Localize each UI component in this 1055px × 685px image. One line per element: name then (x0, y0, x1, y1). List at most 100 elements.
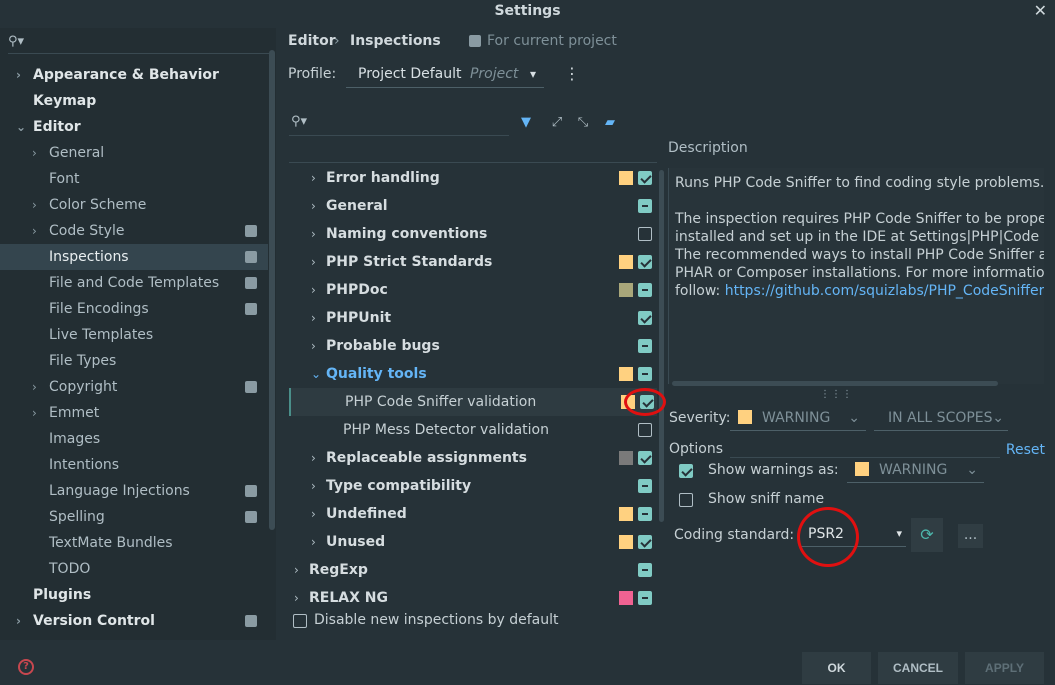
chevron-right-icon[interactable]: › (311, 332, 316, 360)
chevron-right-icon[interactable]: › (311, 304, 316, 332)
sidebar-item[interactable]: TODO (0, 556, 268, 582)
sidebar-item[interactable]: Spelling (0, 504, 268, 530)
chevron-right-icon[interactable]: › (294, 556, 299, 584)
chevron-right-icon[interactable]: › (16, 62, 21, 88)
inspection-search-input[interactable]: ⚲▾ (289, 112, 509, 136)
sidebar-item[interactable]: Font (0, 166, 268, 192)
scope-dropdown[interactable]: IN ALL SCOPES ⌄ (874, 407, 1008, 431)
chevron-right-icon[interactable]: › (311, 276, 316, 304)
breadcrumb-editor[interactable]: Editor (288, 32, 336, 50)
sidebar-item[interactable]: › General (0, 140, 268, 166)
chevron-right-icon[interactable]: › (311, 248, 316, 276)
sidebar-item[interactable]: Inspections (0, 244, 268, 270)
inspection-checkbox[interactable] (638, 479, 652, 493)
chevron-down-icon[interactable]: ⌄ (16, 114, 26, 140)
sidebar-item[interactable]: TextMate Bundles (0, 530, 268, 556)
chevron-right-icon[interactable]: › (311, 472, 316, 500)
inspection-row[interactable]: › PHP Strict Standards (289, 248, 657, 276)
show-warnings-checkbox[interactable] (679, 464, 693, 478)
chevron-right-icon[interactable]: › (32, 374, 37, 400)
sidebar-item[interactable]: › Emmet (0, 400, 268, 426)
profile-menu-icon[interactable]: ⋮ (564, 64, 580, 83)
inspection-row[interactable]: PHP Mess Detector validation (289, 416, 657, 444)
inspection-checkbox[interactable] (638, 199, 652, 213)
show-sniff-checkbox[interactable] (679, 493, 693, 507)
sidebar-item[interactable]: › Appearance & Behavior (0, 62, 268, 88)
splitter-handle[interactable]: ⋮⋮⋮ (820, 389, 853, 400)
chevron-right-icon[interactable]: › (311, 192, 316, 220)
inspection-row[interactable]: PHP Code Sniffer validation (289, 388, 657, 416)
disable-new-checkbox[interactable] (293, 614, 307, 628)
chevron-right-icon[interactable]: › (311, 528, 316, 556)
inspection-checkbox[interactable] (638, 423, 652, 437)
inspection-row[interactable]: › Unused (289, 528, 657, 556)
reset-eraser-icon[interactable]: ▰ (601, 114, 619, 132)
chevron-right-icon[interactable]: › (311, 500, 316, 528)
inspection-row[interactable]: › RELAX NG (289, 584, 657, 612)
inspection-checkbox[interactable] (638, 227, 652, 241)
chevron-right-icon[interactable]: › (32, 218, 37, 244)
sidebar-item[interactable]: › Color Scheme (0, 192, 268, 218)
chevron-right-icon[interactable]: › (32, 192, 37, 218)
inspection-row[interactable]: › Type compatibility (289, 472, 657, 500)
chevron-right-icon[interactable]: › (311, 164, 316, 192)
inspection-row[interactable]: › Replaceable assignments (289, 444, 657, 472)
inspection-row[interactable]: › Naming conventions (289, 220, 657, 248)
chevron-right-icon[interactable]: › (16, 608, 21, 634)
sidebar-item[interactable]: Intentions (0, 452, 268, 478)
inspection-checkbox[interactable] (638, 507, 652, 521)
reset-link[interactable]: Reset (1006, 442, 1045, 458)
refresh-icon[interactable]: ⟳ (911, 518, 943, 552)
inspection-row[interactable]: › General (289, 192, 657, 220)
sidebar-item[interactable]: Live Templates (0, 322, 268, 348)
chevron-right-icon[interactable]: › (32, 140, 37, 166)
browse-button[interactable]: ... (958, 524, 983, 548)
inspection-checkbox[interactable] (638, 591, 652, 605)
profile-dropdown[interactable]: Project Default Project ▾ (346, 62, 544, 88)
sidebar-scrollbar[interactable] (269, 50, 275, 530)
sidebar-item[interactable]: Language Injections (0, 478, 268, 504)
sidebar-item[interactable]: ⌄ Editor (0, 114, 268, 140)
inspection-row[interactable]: › PHPUnit (289, 304, 657, 332)
chevron-right-icon[interactable]: › (311, 444, 316, 472)
sidebar-item[interactable]: Keymap (0, 88, 268, 114)
codesniffer-link[interactable]: https://github.com/squizlabs/PHP_CodeSni… (725, 283, 1044, 299)
collapse-all-icon[interactable]: ⤡ (574, 114, 592, 132)
inspection-row[interactable]: › Probable bugs (289, 332, 657, 360)
inspection-checkbox[interactable] (640, 395, 654, 409)
tree-scrollbar[interactable] (659, 170, 664, 522)
inspection-checkbox[interactable] (638, 563, 652, 577)
show-warnings-dropdown[interactable]: WARNING ⌄ (847, 459, 984, 483)
chevron-right-icon[interactable]: › (32, 400, 37, 426)
description-scrollbar[interactable] (672, 381, 998, 386)
sidebar-item[interactable]: Plugins (0, 582, 268, 608)
chevron-right-icon[interactable]: › (294, 584, 299, 612)
inspection-checkbox[interactable] (638, 171, 652, 185)
close-icon[interactable]: ✕ (1034, 1, 1047, 20)
sidebar-item[interactable]: › Copyright (0, 374, 268, 400)
sidebar-search-input[interactable]: ⚲▾ (8, 34, 270, 54)
inspection-row[interactable]: › Error handling (289, 164, 657, 192)
sidebar-item[interactable]: › Version Control (0, 608, 268, 634)
inspection-checkbox[interactable] (638, 311, 652, 325)
chevron-right-icon[interactable]: › (311, 220, 316, 248)
inspection-row[interactable]: ⌄ Quality tools (289, 360, 657, 388)
ok-button[interactable]: OK (802, 652, 871, 684)
chevron-down-icon[interactable]: ⌄ (311, 360, 321, 388)
sidebar-item[interactable]: › Code Style (0, 218, 268, 244)
inspection-checkbox[interactable] (638, 451, 652, 465)
inspection-checkbox[interactable] (638, 255, 652, 269)
severity-dropdown[interactable]: WARNING ⌄ (730, 407, 866, 431)
coding-standard-dropdown[interactable]: PSR2 ▾ (800, 523, 906, 547)
sidebar-item[interactable]: File Types (0, 348, 268, 374)
cancel-button[interactable]: CANCEL (878, 652, 958, 684)
sidebar-item[interactable]: File Encodings (0, 296, 268, 322)
apply-button[interactable]: APPLY (965, 652, 1044, 684)
inspection-row[interactable]: › Undefined (289, 500, 657, 528)
inspection-checkbox[interactable] (638, 535, 652, 549)
expand-all-icon[interactable]: ⤢ (548, 114, 566, 132)
inspection-checkbox[interactable] (638, 339, 652, 353)
inspection-checkbox[interactable] (638, 367, 652, 381)
inspection-checkbox[interactable] (638, 283, 652, 297)
filter-icon[interactable]: ▼ (517, 114, 535, 132)
